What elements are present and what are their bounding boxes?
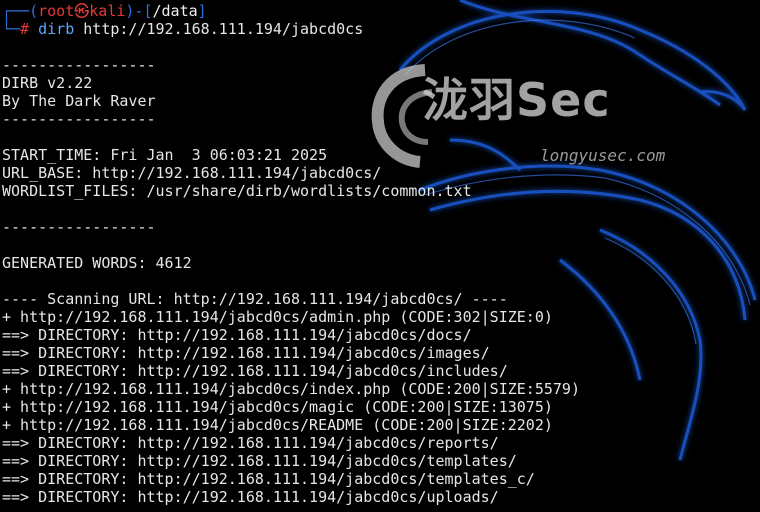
output-line: GENERATED WORDS: 4612 <box>2 254 192 272</box>
terminal-window[interactable]: 泷羽Sec longyusec.com ┌──(root㉿kali)-[/dat… <box>0 0 760 512</box>
prompt-corner: └─ <box>2 20 21 38</box>
prompt-path: /data <box>152 2 198 20</box>
prompt-bracket-open: ┌──( <box>2 2 39 20</box>
terminal-output: ┌──(root㉿kali)-[/data] └─# dirb http://1… <box>2 2 580 506</box>
output-line: DIRB v2.22 <box>2 74 93 92</box>
output-line: By The Dark Raver <box>2 92 156 110</box>
prompt-host: kali <box>89 2 126 20</box>
output-line: ----------------- <box>2 110 156 128</box>
output-line: WORDLIST_FILES: /usr/share/dirb/wordlist… <box>2 182 472 200</box>
output-line: ==> DIRECTORY: http://192.168.111.194/ja… <box>2 452 517 470</box>
command-line[interactable]: └─# dirb http://192.168.111.194/jabcd0cs <box>2 20 580 38</box>
output-line: + http://192.168.111.194/jabcd0cs/index.… <box>2 380 580 398</box>
output-line: START_TIME: Fri Jan 3 06:03:21 2025 <box>2 146 328 164</box>
output-line: ==> DIRECTORY: http://192.168.111.194/ja… <box>2 434 499 452</box>
output-line: + http://192.168.111.194/jabcd0cs/README… <box>2 416 553 434</box>
output-line: ==> DIRECTORY: http://192.168.111.194/ja… <box>2 488 499 506</box>
prompt-user: root <box>38 2 75 20</box>
output-line: ----------------- <box>2 56 156 74</box>
output-line: + http://192.168.111.194/jabcd0cs/admin.… <box>2 308 553 326</box>
output-line: ==> DIRECTORY: http://192.168.111.194/ja… <box>2 326 472 344</box>
output-line: URL_BASE: http://192.168.111.194/jabcd0c… <box>2 164 382 182</box>
output-line: ---- Scanning URL: http://192.168.111.19… <box>2 290 508 308</box>
prompt-skull: ㉿ <box>74 2 90 20</box>
output-line: ==> DIRECTORY: http://192.168.111.194/ja… <box>2 470 535 488</box>
prompt-bracket-close: ] <box>197 2 207 20</box>
prompt-bracket-mid: )-[ <box>125 2 153 20</box>
output-line: + http://192.168.111.194/jabcd0cs/magic … <box>2 398 553 416</box>
prompt-line: ┌──(root㉿kali)-[/data] <box>2 2 580 20</box>
command-name: dirb <box>38 20 75 38</box>
prompt-hash: # <box>20 20 30 38</box>
output-line: ----------------- <box>2 218 156 236</box>
command-argument: http://192.168.111.194/jabcd0cs <box>83 20 364 38</box>
output-line: ==> DIRECTORY: http://192.168.111.194/ja… <box>2 362 508 380</box>
output-line: ==> DIRECTORY: http://192.168.111.194/ja… <box>2 344 490 362</box>
